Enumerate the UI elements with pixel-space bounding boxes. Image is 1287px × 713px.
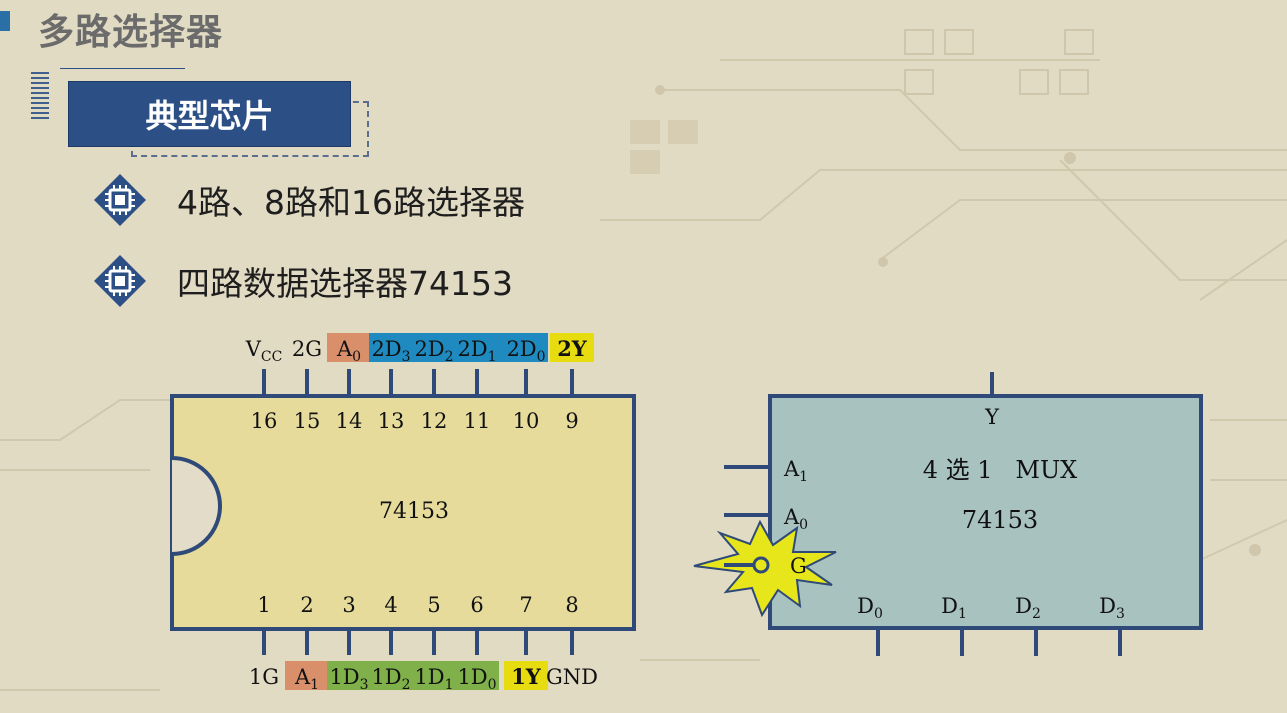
mux-output-label: Y (984, 405, 1000, 429)
mux-chip-number: 74153 (962, 506, 1038, 534)
pin-number: 14 (336, 409, 363, 433)
mux-g-label: G (790, 554, 807, 578)
pin-number: 13 (378, 409, 405, 433)
inversion-bubble (752, 556, 770, 574)
pin-number: 3 (342, 593, 355, 617)
pin-label: 2Y (557, 336, 588, 361)
pin-number: 15 (294, 409, 321, 433)
pin-number: 7 (519, 593, 532, 617)
pin-number: 2 (300, 593, 313, 617)
pin-number: 6 (470, 593, 483, 617)
pin-label: VCC (245, 337, 283, 365)
pin-number: 12 (421, 409, 448, 433)
pin-label: GND (546, 665, 598, 689)
pin-number: 1 (257, 593, 270, 617)
mux-title: 4 选 1 MUX (923, 456, 1078, 484)
pin-number: 4 (384, 593, 397, 617)
pin-label: 1Y (511, 664, 542, 689)
pin-label: 2G (292, 337, 322, 361)
pin-number: 8 (565, 593, 578, 617)
mux-diagram: 74153 16VCC152G14A0132D3122D2112D1102D09… (170, 333, 1203, 693)
pin-label: 1G (249, 665, 279, 689)
pin-number: 11 (464, 409, 491, 433)
pin-number: 5 (427, 593, 440, 617)
chip-label: 74153 (379, 499, 449, 524)
pin-number: 9 (565, 409, 578, 433)
pin-number: 16 (251, 409, 278, 433)
pin-number: 10 (513, 409, 540, 433)
